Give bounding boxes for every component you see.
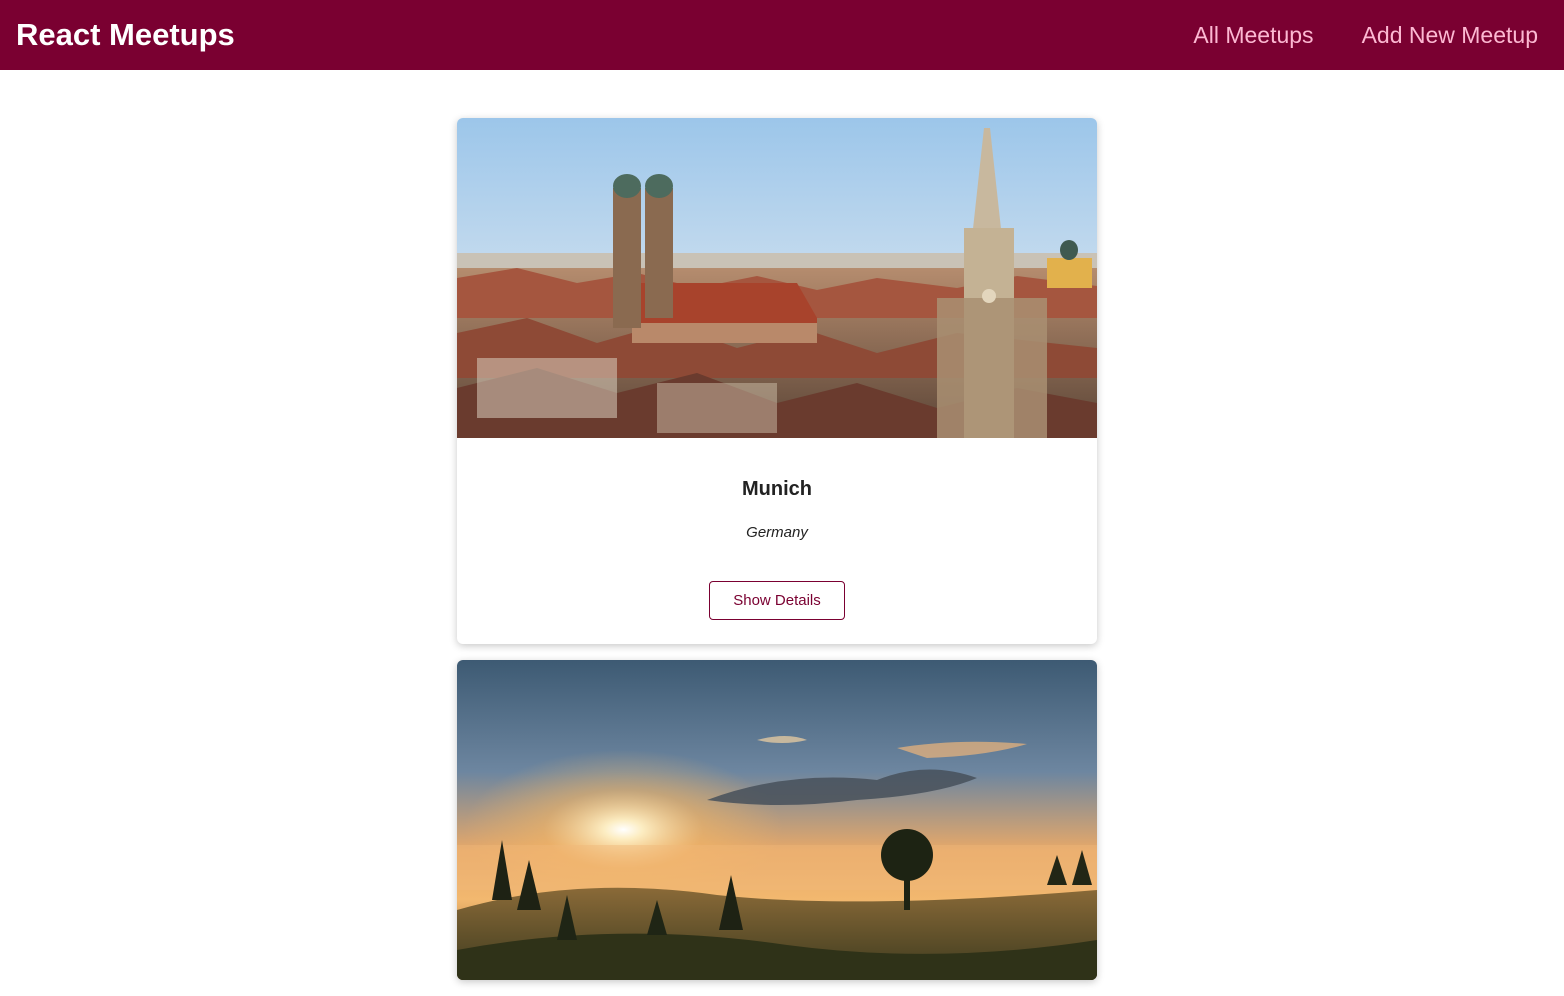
meetup-title: Munich [742, 478, 812, 500]
show-details-button[interactable]: Show Details [709, 581, 845, 620]
meetup-card-actions: Show Details [457, 541, 1097, 644]
app-header: React Meetups All Meetups Add New Meetup [0, 0, 1564, 70]
meetup-subtitle: Germany [746, 524, 808, 541]
app-logo[interactable]: React Meetups [16, 17, 235, 53]
meetup-card: Munich Germany Show Details [457, 118, 1097, 644]
nav-add-new-meetup[interactable]: Add New Meetup [1362, 22, 1538, 49]
main-nav: All Meetups Add New Meetup [1145, 22, 1538, 49]
nav-all-meetups[interactable]: All Meetups [1193, 22, 1313, 49]
meetup-image-munich [457, 118, 1097, 438]
meetup-card-content: Munich Germany [457, 438, 1097, 541]
meetup-card [457, 660, 1097, 980]
meetup-image-sunrise [457, 660, 1097, 980]
meetup-list: Munich Germany Show Details [457, 118, 1097, 996]
